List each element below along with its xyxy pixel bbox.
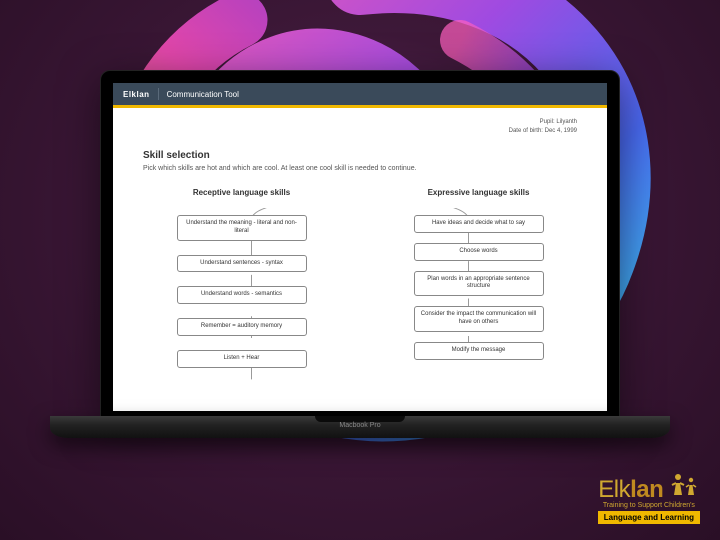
people-icon — [671, 473, 699, 497]
skill-box[interactable]: Choose words — [414, 243, 544, 261]
pupil-meta: Pupil: Lilyanth Date of birth: Dec 4, 19… — [143, 118, 577, 136]
header-logo: Elklan — [123, 90, 150, 99]
skill-box[interactable]: Understand sentences - syntax — [177, 255, 307, 273]
header-tool-name: Communication Tool — [167, 90, 239, 99]
skills-columns: Receptive language skills Understand the… — [143, 188, 577, 382]
skill-box[interactable]: Modify the message — [414, 342, 544, 360]
laptop-mockup: Elklan Communication Tool Pupil: Lilyant… — [50, 70, 670, 470]
pupil-label: Pupil: — [540, 119, 555, 125]
dob-label: Date of birth: — [509, 128, 543, 134]
brand-pre: Elk — [598, 476, 630, 503]
brand-bold: lan — [630, 476, 663, 503]
brand-name: Elklan — [598, 473, 700, 504]
receptive-title: Receptive language skills — [193, 188, 290, 197]
skill-box[interactable]: Listen + Hear — [177, 350, 307, 368]
expressive-column: Expressive language skills Have ideas an… — [380, 188, 577, 382]
pupil-name: Lilyanth — [556, 119, 577, 125]
laptop-frame: Elklan Communication Tool Pupil: Lilyant… — [100, 70, 620, 420]
skill-box[interactable]: Understand the meaning - literal and non… — [177, 215, 307, 241]
laptop-label: Macbook Pro — [339, 422, 380, 429]
app-screen: Elklan Communication Tool Pupil: Lilyant… — [113, 83, 607, 411]
elklan-footer-logo: Elklan Training to Support Children's La… — [598, 473, 700, 524]
skill-box[interactable]: Understand words - semantics — [177, 286, 307, 304]
app-header: Elklan Communication Tool — [113, 83, 607, 105]
skill-box[interactable]: Have ideas and decide what to say — [414, 215, 544, 233]
page-subtitle: Pick which skills are hot and which are … — [143, 165, 577, 172]
brand-tagline: Training to Support Children's — [598, 502, 700, 509]
header-divider — [158, 88, 159, 100]
brand-bar: Language and Learning — [598, 511, 700, 524]
app-content: Pupil: Lilyanth Date of birth: Dec 4, 19… — [113, 108, 607, 411]
dob-value: Dec 4, 1999 — [545, 128, 577, 134]
skill-box[interactable]: Plan words in an appropriate sentence st… — [414, 271, 544, 297]
skill-box[interactable]: Consider the impact the communication wi… — [414, 306, 544, 332]
expressive-title: Expressive language skills — [428, 188, 530, 197]
skill-box[interactable]: Remember = auditory memory — [177, 318, 307, 336]
receptive-column: Receptive language skills Understand the… — [143, 188, 340, 382]
page-title: Skill selection — [143, 150, 577, 161]
